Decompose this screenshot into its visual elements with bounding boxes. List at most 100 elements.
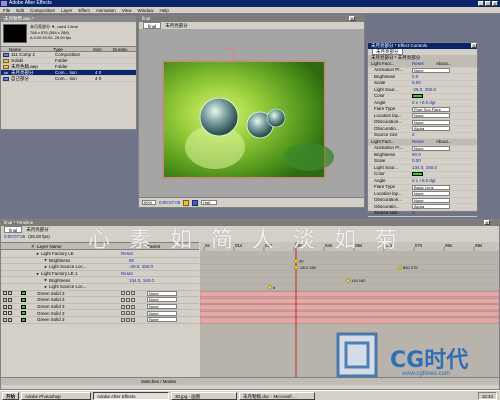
eye-icon[interactable] [3,317,7,322]
about-button[interactable]: About... [436,139,452,145]
lock-icon[interactable] [8,297,12,302]
property-value[interactable]: -28.0, 250.0 [412,87,436,93]
col-index[interactable]: # [1,243,37,249]
timeline-property-row[interactable]: ▸ Light Factory LE 1 Reset [1,271,199,278]
col-duration[interactable]: Duratio [113,47,128,52]
property-dropdown[interactable]: None [412,67,450,73]
channel-icon[interactable] [192,199,199,206]
property-value[interactable]: 0.00 [412,159,421,165]
lock-icon[interactable] [8,291,12,296]
eye-icon[interactable] [3,304,7,309]
col-name[interactable]: Name [1,47,53,52]
col-type[interactable]: Type [53,47,93,52]
parent-select[interactable]: None [147,290,177,296]
menu-animation[interactable]: Animation [93,7,119,13]
close-button[interactable]: x [492,1,498,6]
property-value[interactable]: Reset [121,271,133,276]
menu-layer[interactable]: Layer [58,7,75,13]
menu-composition[interactable]: Composition [27,7,58,13]
layer-name[interactable]: Green Solid 3 [37,311,121,316]
property-value[interactable]: 0.0 [412,74,418,80]
parent-select[interactable]: None [147,310,177,316]
taskbar-photoshop[interactable]: Adobe Photoshop [21,391,91,400]
tab-timeline-final[interactable]: final [4,226,23,233]
taskbar-paint[interactable]: 30.jpg - 画图 [171,391,237,400]
menu-help[interactable]: Help [156,7,171,13]
close-button[interactable]: x [349,16,355,21]
reset-button[interactable]: Reset [412,139,436,145]
menu-effect[interactable]: Effect [75,7,92,13]
expand-triangle-icon[interactable]: ▸ [1,284,49,290]
property-value[interactable]: -28.0, 250.0 [129,264,153,269]
layer-name[interactable]: Green Solid 3 [37,297,121,302]
close-button[interactable]: x [484,220,490,225]
property-dropdown[interactable]: None [412,191,450,197]
property-value[interactable]: 0 [412,133,415,139]
taskbar-word[interactable]: 未月勒稿.doc - Microsoft ... [239,391,315,400]
project-tab[interactable]: 未亮勒學.aep * [1,16,136,22]
layer-name[interactable]: Green Solid 3 [37,291,121,296]
parent-select[interactable]: None [147,297,177,303]
menu-view[interactable]: View [119,7,135,13]
timeline-property-row[interactable]: ▸ Brightness 134.0, 160.0 [1,277,199,284]
parent-select[interactable]: None [147,304,177,310]
expand-triangle-icon[interactable]: ▸ [1,271,41,277]
reset-button[interactable]: Reset [412,61,436,67]
expand-triangle-icon[interactable]: ▸ [1,277,49,283]
layer-name[interactable]: Green Solid 3 [37,317,121,322]
tab-moon-part[interactable]: 未月亮部分 [161,22,192,29]
property-value[interactable]: 2 [412,211,415,217]
comp-timecode[interactable]: 0:00:07:06 [159,200,180,205]
timeline-layer-row[interactable]: Green Solid 3 None [1,290,199,298]
property-value[interactable]: 134.0, 160.0 [129,278,154,283]
timeline-layer-row[interactable]: Green Solid 3 None [1,310,199,317]
timeline-layer-row[interactable]: Green Solid 3 None [1,297,199,304]
property-dropdown[interactable]: Alpha [412,204,450,210]
timeline-layer-row[interactable]: Green Solid 3 None [1,304,199,311]
property-dropdown[interactable]: None [412,119,450,125]
timeline-timecode[interactable]: 0:00:07:06 [4,233,25,241]
menu-file[interactable]: File [0,7,13,13]
expand-triangle-icon[interactable]: ▸ [1,264,49,270]
expand-triangle-icon[interactable]: ▸ [1,258,49,264]
start-button[interactable]: 开始 [2,391,19,400]
eye-icon[interactable] [3,291,7,296]
property-value[interactable]: 90 [129,258,134,263]
property-dropdown[interactable]: Pure Sun Flare [412,106,450,112]
close-button[interactable]: x [471,43,477,48]
color-swatch[interactable] [412,94,423,99]
timeline-property-row[interactable]: ▸ Brightness 90 [1,258,199,265]
timeline-property-row[interactable]: ▸ Light Source Loc... -28.0, 250.0 [1,264,199,271]
color-swatch[interactable] [412,172,423,177]
resolution-select[interactable]: Half [201,200,218,205]
property-value[interactable]: 0 x +0.0 dgr [412,100,436,106]
menu-edit[interactable]: Edit [13,7,27,13]
about-button[interactable]: About... [436,61,452,67]
minimize-button[interactable]: _ [478,1,484,6]
eye-icon[interactable] [3,311,7,316]
timeline-property-row[interactable]: ▸ Light Source Loc... [1,284,199,291]
property-value[interactable]: 134.0, 160.0 [412,165,437,171]
switches-modes-toggle[interactable]: Switches / Modes [1,377,499,385]
property-dropdown[interactable]: None [412,145,450,151]
timeline-layer-row[interactable]: Green Solid 3 None [1,317,199,324]
lock-icon[interactable] [8,304,12,309]
zoom-select[interactable]: 50% [142,200,156,205]
property-dropdown[interactable]: Alpha [412,126,450,132]
list-item[interactable]: 自己部分 Com... tion 4 0 [1,76,136,82]
tab-effects[interactable]: 未月亮部分 [372,48,403,55]
comp-canvas[interactable] [139,29,364,197]
snapshot-icon[interactable] [183,199,190,206]
taskbar-after-effects[interactable]: Adobe After Effects [93,391,169,400]
eye-icon[interactable] [3,297,7,302]
parent-select[interactable]: None [147,317,177,323]
col-size[interactable]: Size [93,47,113,52]
tab-timeline-moon[interactable]: 未月亮部分 [22,226,53,233]
tab-final[interactable]: final [143,22,162,29]
property-value[interactable]: 0 x +0.0 dgr [412,178,436,184]
lock-icon[interactable] [8,317,12,322]
expand-triangle-icon[interactable]: ▸ [1,251,41,257]
property-dropdown[interactable]: Basic Lens [412,184,450,190]
maximize-button[interactable]: □ [485,1,491,6]
property-value[interactable]: 90.0 [412,152,421,158]
